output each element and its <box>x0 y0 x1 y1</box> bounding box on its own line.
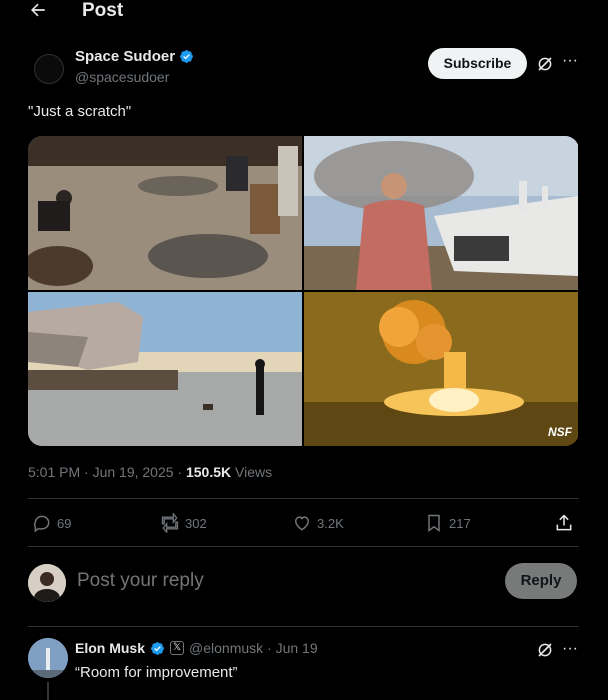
reply-text: “Room for improvement” <box>75 664 238 681</box>
bookmark-count: 217 <box>449 515 471 531</box>
reply-header: Elon Musk 𝕏 @elonmusk · Jun 19 <box>75 640 318 656</box>
post-timestamp[interactable]: 5:01 PM · Jun 19, 2025 · <box>28 464 186 480</box>
media-photo-scrap-yard[interactable] <box>28 136 302 290</box>
like-action[interactable]: 3.2K <box>292 508 344 538</box>
user-avatar[interactable] <box>28 564 66 602</box>
x-affiliate-badge-icon: 𝕏 <box>170 641 185 655</box>
reply-author-handle[interactable]: @elonmusk · Jun 19 <box>189 640 318 656</box>
divider <box>28 498 579 499</box>
media-watermark: NSF <box>548 425 573 439</box>
heart-icon <box>294 516 310 531</box>
reply-input[interactable] <box>77 568 457 594</box>
media-grid: NSF <box>28 136 579 446</box>
bookmark-icon <box>428 514 440 532</box>
thread-line <box>47 682 49 700</box>
reply-button[interactable]: Reply <box>505 563 577 599</box>
bookmark-action[interactable]: 217 <box>424 508 471 538</box>
reply-author-avatar[interactable] <box>28 638 68 678</box>
post-meta: 5:01 PM · Jun 19, 2025 · 150.5K Views <box>28 464 272 480</box>
divider <box>28 626 579 627</box>
repost-action[interactable]: 302 <box>160 508 207 538</box>
media-photo-man-at-wreckage[interactable] <box>304 136 578 290</box>
grok-icon[interactable] <box>536 55 554 73</box>
author-avatar[interactable] <box>34 54 64 84</box>
repost-count: 302 <box>185 515 207 531</box>
verified-badge-icon <box>180 50 193 63</box>
comment-icon <box>33 515 50 533</box>
reply-item[interactable]: Elon Musk 𝕏 @elonmusk · Jun 19 “Room for… <box>0 630 608 700</box>
views-count: 150.5K <box>185 464 232 480</box>
reply-action[interactable]: 69 <box>32 508 71 538</box>
reply-count: 69 <box>57 515 72 531</box>
media-photo-explosion[interactable]: NSF <box>304 292 578 446</box>
author-handle[interactable]: @spacesudoer <box>75 69 169 85</box>
reply-author-name[interactable]: Elon Musk <box>75 640 145 656</box>
more-options-icon[interactable]: ··· <box>562 640 578 658</box>
grok-icon[interactable] <box>536 641 554 659</box>
media-photo-crumpled-steel[interactable] <box>28 292 302 446</box>
reply-composer: Reply <box>28 558 579 606</box>
page-title: Post <box>82 0 124 21</box>
author-name[interactable]: Space Sudoer <box>75 48 175 65</box>
share-action[interactable] <box>554 508 574 538</box>
views-label: Views <box>231 464 273 480</box>
like-count: 3.2K <box>317 515 344 531</box>
divider <box>28 546 579 547</box>
repost-icon <box>161 513 179 533</box>
verified-badge-icon <box>151 641 164 655</box>
share-icon <box>556 514 572 531</box>
action-bar: 69 302 3.2K 217 <box>28 508 579 538</box>
arrow-left-icon[interactable] <box>28 0 52 24</box>
top-bar: Post <box>0 0 608 28</box>
more-options-icon[interactable]: ··· <box>562 53 578 70</box>
author-name-row[interactable]: Space Sudoer <box>75 48 194 65</box>
post-text: "Just a scratch" <box>28 103 132 120</box>
subscribe-button[interactable]: Subscribe <box>428 48 527 79</box>
